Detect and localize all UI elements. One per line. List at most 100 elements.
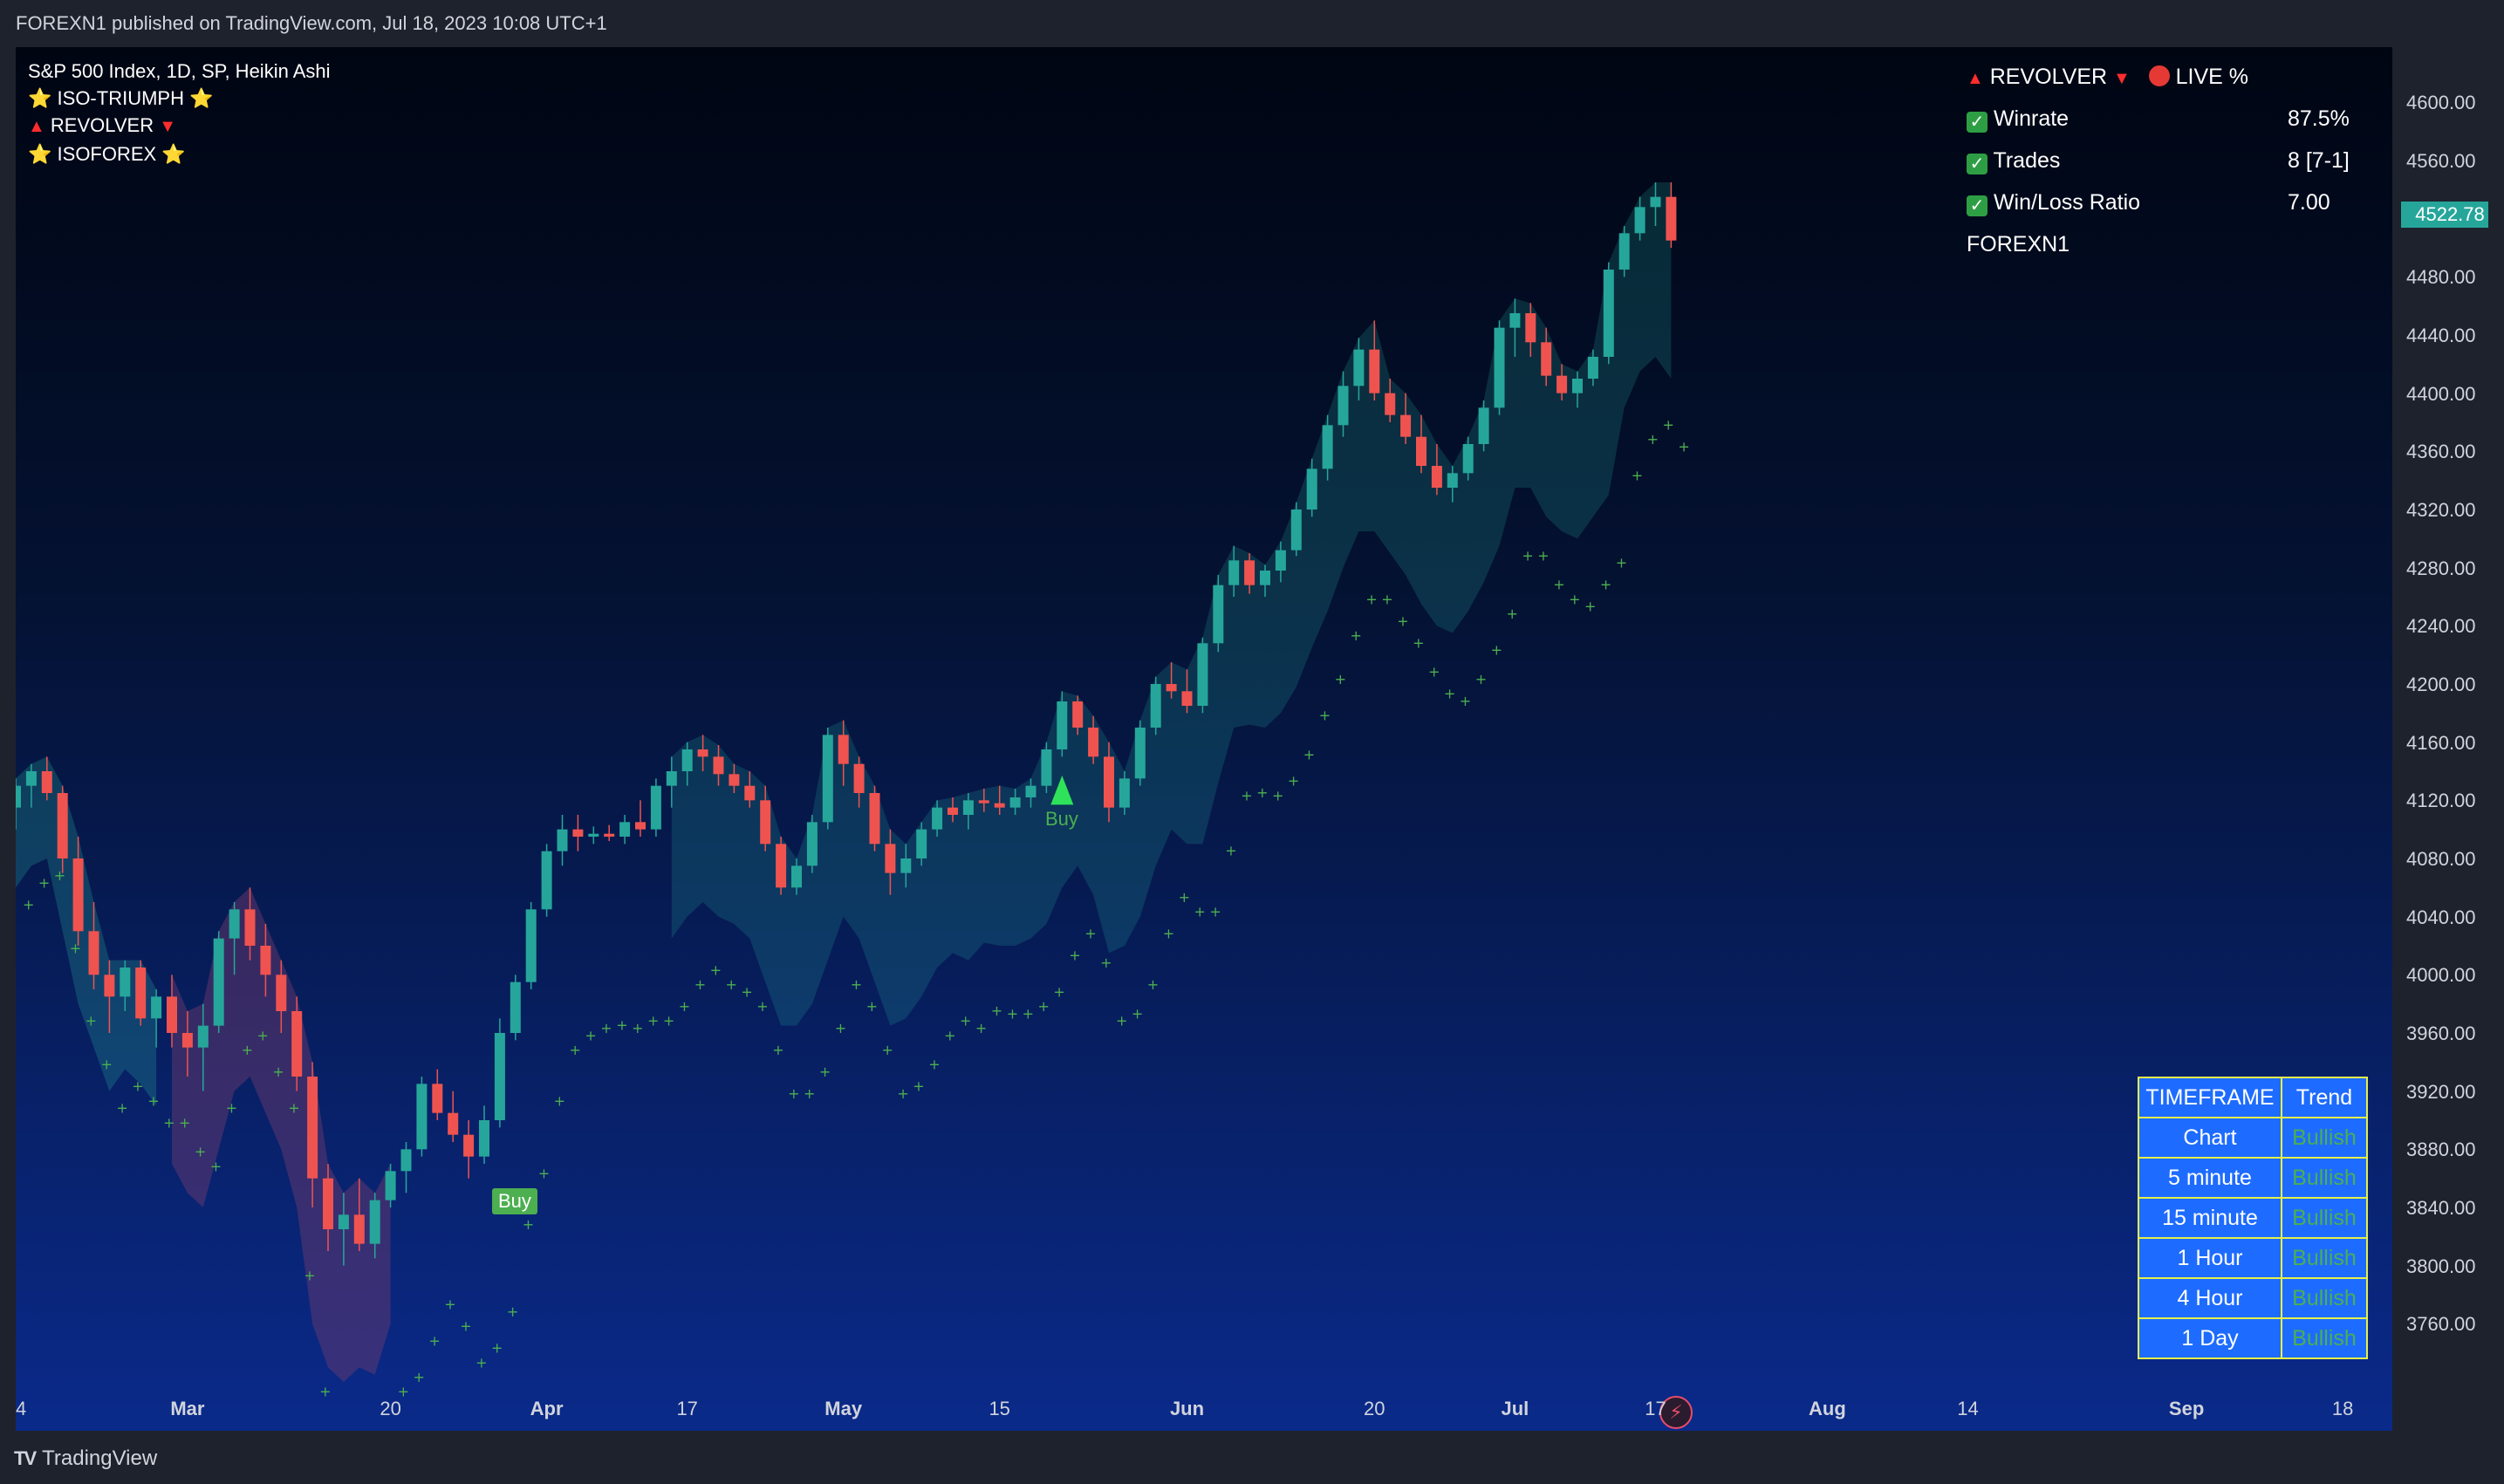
candle-body: [744, 785, 756, 801]
trail-dot: +: [428, 1332, 440, 1349]
published-header: FOREXN1 published on TradingView.com, Ju…: [0, 0, 2504, 47]
candle-body: [1556, 375, 1568, 393]
legend-indicator-revolver[interactable]: ▲ REVOLVER ▼: [28, 112, 331, 140]
trail-dot: +: [835, 1020, 846, 1036]
candle-body: [838, 735, 849, 764]
brand-name: TradingView: [42, 1446, 158, 1470]
red-circle-icon: [2148, 65, 2170, 86]
trail-dot: +: [38, 874, 50, 891]
legend-indicator-iso-triumph[interactable]: ⭐ ISO-TRIUMPH ⭐: [28, 85, 331, 112]
trail-dot: +: [507, 1303, 518, 1320]
candle-body: [369, 1200, 380, 1244]
trail-dot: +: [1319, 708, 1331, 724]
check-icon: ✓: [1967, 112, 1987, 133]
stats-author: FOREXN1: [1967, 232, 2070, 256]
tradingview-logo[interactable]: TV TradingView: [14, 1446, 157, 1471]
trail-dot: +: [1116, 1013, 1127, 1029]
trail-dot: +: [882, 1042, 893, 1058]
trail-dot: +: [866, 998, 878, 1015]
chart-area[interactable]: + + + + + + + + + + + + + + + + + + + + + + + + + + + + + + + + + + + + + + + +…: [16, 47, 2488, 1431]
trail-dot: +: [1632, 468, 1643, 484]
candle-body: [1197, 643, 1208, 706]
candle-body: [932, 807, 943, 830]
candle-body: [604, 833, 615, 837]
trail-dot: +: [1351, 627, 1362, 644]
trail-dot: +: [897, 1085, 908, 1102]
candle-body: [229, 909, 240, 939]
trail-dot: +: [726, 976, 737, 993]
trail-dot: +: [600, 1020, 612, 1036]
trail-dot: +: [570, 1042, 581, 1058]
candle-body: [869, 793, 880, 845]
candle-body: [1134, 728, 1146, 779]
trail-dot: +: [179, 1114, 190, 1131]
trail-dot: +: [772, 1042, 783, 1058]
candle-body: [197, 1025, 209, 1048]
trail-dot: +: [804, 1085, 815, 1102]
legend-indicator-isoforex[interactable]: ⭐ ISOFOREX ⭐: [28, 140, 331, 168]
trail-dot: +: [1553, 577, 1564, 593]
candle-body: [1338, 386, 1349, 426]
candle-body: [962, 800, 974, 815]
check-icon: ✓: [1967, 195, 1987, 216]
buy-signal-tag[interactable]: Buy: [492, 1188, 537, 1214]
triangle-down-icon: ▼: [2113, 69, 2131, 88]
candle-body: [994, 803, 1005, 808]
candle-body: [885, 844, 896, 873]
candle-body: [181, 1033, 193, 1048]
bull-band: [671, 182, 1672, 1026]
trail-dot: +: [1507, 605, 1518, 622]
bull-band: [16, 756, 157, 1106]
candle-body: [291, 1011, 303, 1077]
candle-body: [853, 763, 865, 793]
candle-body: [681, 749, 693, 771]
candle-body: [1369, 349, 1380, 393]
trend-cell: Bullish: [2281, 1157, 2368, 1199]
candle-body: [900, 858, 912, 873]
trail-dot: +: [1038, 998, 1050, 1015]
trail-dot: +: [538, 1166, 550, 1182]
candle-body: [1431, 466, 1442, 488]
price-tick-label: 4320.00: [2406, 499, 2476, 521]
price-tick-label: 4480.00: [2406, 266, 2476, 289]
trail-dot: +: [1522, 547, 1533, 564]
trail-dot: +: [1179, 889, 1190, 906]
candle-body: [1478, 407, 1489, 444]
trail-dot: +: [741, 983, 752, 1000]
candle-body: [1541, 342, 1552, 376]
trail-dot: +: [195, 1144, 206, 1160]
trail-dot: +: [210, 1158, 222, 1174]
trail-dot: +: [1365, 591, 1377, 607]
time-tick-label: Aug: [1809, 1398, 1846, 1419]
candle-body: [463, 1134, 475, 1157]
trail-dot: +: [147, 1092, 159, 1109]
candle-body: [167, 996, 177, 1033]
buy-signal-label[interactable]: Buy: [1045, 808, 1078, 831]
trail-dot: +: [1569, 591, 1580, 607]
triangle-down-icon: ▼: [159, 117, 177, 136]
price-chart[interactable]: ++ ++++++++ ++++++++++ +++++++++++++ + + + + +++…: [16, 47, 2488, 1431]
time-tick-label: 18: [2331, 1398, 2354, 1419]
candle-body: [635, 822, 646, 830]
candle-body: [1400, 414, 1412, 437]
candle-body: [1119, 778, 1130, 808]
candle-body: [713, 756, 724, 775]
price-tick-label: 4160.00: [2406, 731, 2476, 754]
trail-dot: +: [1397, 612, 1408, 629]
trail-dot: +: [491, 1340, 503, 1357]
timeframe-cell: Chart: [2138, 1117, 2282, 1159]
trail-dot: +: [694, 976, 706, 993]
trail-dot: +: [585, 1027, 596, 1043]
stats-title: REVOLVER: [1989, 65, 2108, 89]
candle-body: [1025, 785, 1036, 797]
candle-body: [416, 1084, 428, 1150]
chart-legend: S&P 500 Index, 1D, SP, Heikin Ashi ⭐ ISO…: [28, 58, 331, 168]
candle-body: [400, 1149, 412, 1172]
candle-body: [557, 829, 568, 851]
candle-body: [760, 800, 771, 845]
candle-body: [385, 1171, 396, 1200]
trail-dot: +: [1069, 947, 1080, 964]
table-row: 4 Hour Bullish: [2138, 1277, 2368, 1319]
candle-body: [1447, 473, 1458, 488]
trend-cell: Bullish: [2281, 1197, 2368, 1239]
